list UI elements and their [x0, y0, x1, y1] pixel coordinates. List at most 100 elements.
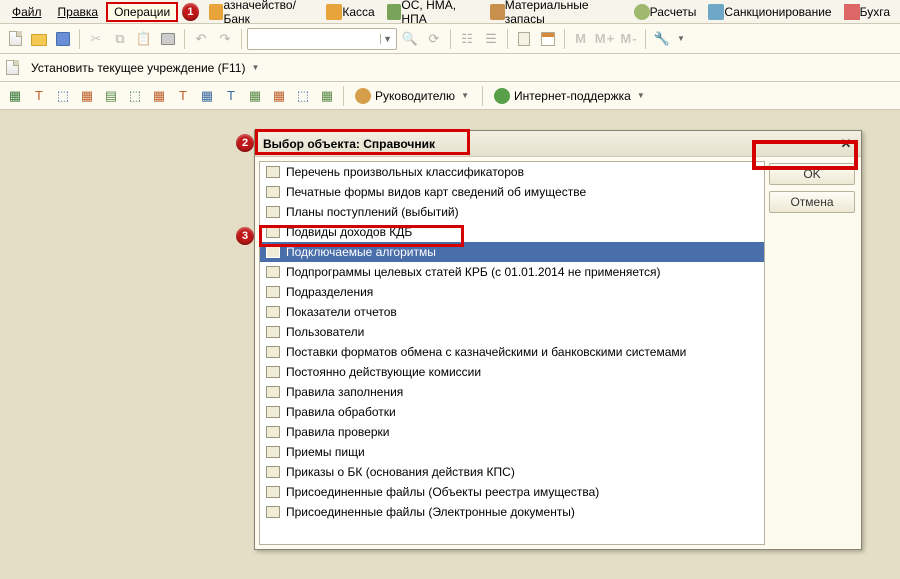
- new-doc-button[interactable]: [4, 28, 26, 50]
- callout-badge-3: 3: [236, 227, 254, 245]
- qb-9[interactable]: ▦: [196, 85, 218, 107]
- list-item-label: Подразделения: [286, 285, 373, 299]
- list-item-label: Перечень произвольных классификаторов: [286, 165, 524, 179]
- memory-m-button[interactable]: M: [570, 28, 592, 50]
- open-button[interactable]: [28, 28, 50, 50]
- list-item-label: Приемы пищи: [286, 445, 365, 459]
- list-item[interactable]: Печатные формы видов карт сведений об им…: [260, 182, 764, 202]
- menu-calc[interactable]: Расчеты: [628, 1, 703, 23]
- calculator-icon: [518, 32, 530, 46]
- catalog-icon: [266, 506, 280, 518]
- catalog-icon: [266, 326, 280, 338]
- qb-11[interactable]: ▦: [244, 85, 266, 107]
- list-item[interactable]: Присоединенные файлы (Объекты реестра им…: [260, 482, 764, 502]
- qb-14[interactable]: ▦: [316, 85, 338, 107]
- qb-10[interactable]: T: [220, 85, 242, 107]
- qb-12[interactable]: ▦: [268, 85, 290, 107]
- memory-mminus-button[interactable]: M-: [618, 28, 640, 50]
- list-item[interactable]: Правила обработки: [260, 402, 764, 422]
- qb-7[interactable]: ▦: [148, 85, 170, 107]
- save-button[interactable]: [52, 28, 74, 50]
- qb-8[interactable]: T: [172, 85, 194, 107]
- paste-button[interactable]: 📋: [133, 28, 155, 50]
- list-item[interactable]: Постоянно действующие комиссии: [260, 362, 764, 382]
- close-button[interactable]: ✕: [837, 135, 855, 153]
- memory-mplus-button[interactable]: M+: [594, 28, 616, 50]
- qb-5[interactable]: ▤: [100, 85, 122, 107]
- document-icon: [9, 31, 22, 46]
- menu-accounting[interactable]: Бухга: [838, 1, 896, 23]
- menu-bar: Файл Правка Операции 1 азначейство/Банк …: [0, 0, 900, 24]
- list-item-label: Приказы о БК (основания действия КПС): [286, 465, 515, 479]
- qb-1[interactable]: ▦: [4, 85, 26, 107]
- catalog-icon: [266, 366, 280, 378]
- list-item-label: Печатные формы видов карт сведений об им…: [286, 185, 586, 199]
- calc-icon: [634, 4, 650, 20]
- qb-4[interactable]: ▦: [76, 85, 98, 107]
- qb-13[interactable]: ⬚: [292, 85, 314, 107]
- list-item[interactable]: Подключаемые алгоритмы: [260, 242, 764, 262]
- menu-assets[interactable]: ОС, НМА, НПА: [381, 0, 484, 29]
- menu-treasury[interactable]: азначейство/Банк: [203, 0, 321, 29]
- calendar-button[interactable]: [537, 28, 559, 50]
- qb-2[interactable]: T: [28, 85, 50, 107]
- calculator-button[interactable]: [513, 28, 535, 50]
- ok-button[interactable]: OK: [769, 163, 855, 185]
- catalog-icon: [266, 486, 280, 498]
- list-item[interactable]: Приемы пищи: [260, 442, 764, 462]
- printer-icon: [161, 33, 175, 45]
- copy-button[interactable]: ⧉: [109, 28, 131, 50]
- folder-icon: [31, 34, 47, 46]
- menu-edit[interactable]: Правка: [50, 2, 107, 22]
- wrench-icon: 🔧: [654, 31, 670, 47]
- tree-button[interactable]: ☷: [456, 28, 478, 50]
- chevron-down-icon: ▼: [635, 91, 647, 100]
- list-item[interactable]: Подпрограммы целевых статей КРБ (с 01.01…: [260, 262, 764, 282]
- menu-operations[interactable]: Операции: [106, 2, 178, 22]
- menu-materials[interactable]: Материальные запасы: [484, 0, 628, 29]
- list-item[interactable]: Правила заполнения: [260, 382, 764, 402]
- support-dropdown[interactable]: Интернет-поддержка ▼: [488, 85, 653, 107]
- lead-dropdown[interactable]: Руководителю ▼: [349, 85, 477, 107]
- separator: [79, 29, 80, 49]
- cut-button[interactable]: ✂: [85, 28, 107, 50]
- list-item-label: Подключаемые алгоритмы: [286, 245, 436, 259]
- chevron-down-icon: ▼: [249, 63, 261, 72]
- set-institution-button[interactable]: Установить текущее учреждение (F11) ▼: [25, 57, 267, 79]
- list-item[interactable]: Правила проверки: [260, 422, 764, 442]
- assets-icon: [387, 4, 402, 20]
- refresh-button[interactable]: ⟳: [423, 28, 445, 50]
- find-button[interactable]: 🔍: [399, 28, 421, 50]
- cancel-button[interactable]: Отмена: [769, 191, 855, 213]
- menu-file[interactable]: Файл: [4, 2, 50, 22]
- list-item[interactable]: Пользователи: [260, 322, 764, 342]
- list-item[interactable]: Приказы о БК (основания действия КПС): [260, 462, 764, 482]
- list-button[interactable]: ☰: [480, 28, 502, 50]
- settings-button[interactable]: 🔧: [651, 28, 673, 50]
- dialog-titlebar[interactable]: Выбор объекта: Справочник ✕: [255, 131, 861, 157]
- search-combo[interactable]: ▼: [247, 28, 397, 50]
- qb-6[interactable]: ⬚: [124, 85, 146, 107]
- list-item[interactable]: Присоединенные файлы (Электронные докуме…: [260, 502, 764, 522]
- list-item[interactable]: Показатели отчетов: [260, 302, 764, 322]
- qb-3[interactable]: ⬚: [52, 85, 74, 107]
- undo-button[interactable]: ↶: [190, 28, 212, 50]
- redo-button[interactable]: ↷: [214, 28, 236, 50]
- undo-icon: ↶: [196, 31, 207, 47]
- cash-icon: [326, 4, 342, 20]
- list-item[interactable]: Подвиды доходов КДБ: [260, 222, 764, 242]
- catalog-icon: [266, 226, 280, 238]
- list-item[interactable]: Планы поступлений (выбытий): [260, 202, 764, 222]
- catalog-list[interactable]: Перечень произвольных классификаторов Печ…: [259, 161, 765, 545]
- list-item-label: Присоединенные файлы (Электронные докуме…: [286, 505, 575, 519]
- menu-cash[interactable]: Касса: [320, 1, 380, 23]
- list-item[interactable]: Перечень произвольных классификаторов: [260, 162, 764, 182]
- catalog-icon: [266, 266, 280, 278]
- chevron-down-icon[interactable]: ▼: [675, 34, 687, 43]
- menu-sanction[interactable]: Санкционирование: [702, 1, 837, 23]
- print-button[interactable]: [157, 28, 179, 50]
- catalog-icon: [266, 306, 280, 318]
- list-item-label: Подпрограммы целевых статей КРБ (с 01.01…: [286, 265, 661, 279]
- list-item[interactable]: Подразделения: [260, 282, 764, 302]
- list-item[interactable]: Поставки форматов обмена с казначейскими…: [260, 342, 764, 362]
